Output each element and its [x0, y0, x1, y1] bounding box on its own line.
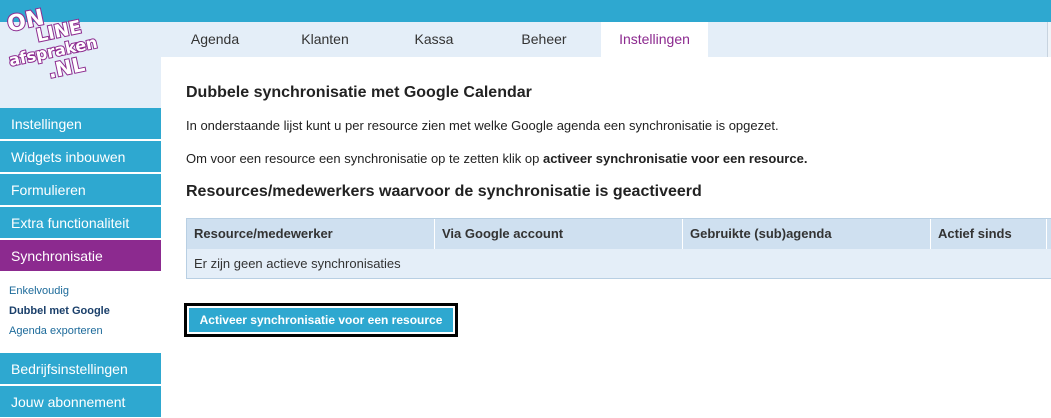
sidebar-item-widgets-inbouwen[interactable]: Widgets inbouwen — [0, 141, 161, 173]
intro-text: In onderstaande lijst kunt u per resourc… — [186, 118, 779, 133]
sidebar-item-extra-functionaliteit[interactable]: Extra functionaliteit — [0, 207, 161, 239]
table-row: Er zijn geen actieve synchronisaties — [187, 249, 1051, 278]
tabs-right-edge — [1047, 22, 1051, 57]
sidebar-item-instellingen[interactable]: Instellingen — [0, 108, 161, 140]
instruction-bold: activeer synchronisatie voor een resourc… — [542, 151, 808, 166]
sidebar-item-formulieren[interactable]: Formulieren — [0, 174, 161, 206]
table-header: Resource/medewerker Via Google account G… — [187, 219, 1051, 249]
page-title: Dubbele synchronisatie met Google Calend… — [186, 84, 532, 101]
tab-instellingen[interactable]: Instellingen — [601, 22, 708, 57]
instruction-prefix: Om voor een resource een synchronisatie … — [186, 151, 543, 166]
sidebar-item-jouw-abonnement[interactable]: Jouw abonnement — [0, 386, 161, 418]
submenu-item-enkelvoudig[interactable]: Enkelvoudig — [9, 285, 69, 297]
tab-agenda[interactable]: Agenda — [171, 22, 259, 55]
sync-table: Resource/medewerker Via Google account G… — [186, 218, 1051, 279]
instruction-text: Om voor een resource een synchronisatie … — [186, 151, 807, 166]
top-bar — [0, 0, 1051, 22]
tab-kassa[interactable]: Kassa — [390, 22, 478, 55]
sidebar-item-synchronisatie[interactable]: Synchronisatie — [0, 240, 161, 272]
activate-button-frame: Activeer synchronisatie voor een resourc… — [184, 303, 458, 337]
section-title: Resources/medewerkers waarvoor de synchr… — [186, 183, 702, 200]
submenu-item-agenda-exporteren[interactable]: Agenda exporteren — [9, 325, 103, 337]
column-header-google-account[interactable]: Via Google account — [435, 219, 683, 249]
activate-sync-button[interactable]: Activeer synchronisatie voor een resourc… — [189, 308, 453, 332]
column-header-subagenda[interactable]: Gebruikte (sub)agenda — [683, 219, 931, 249]
tab-klanten[interactable]: Klanten — [280, 22, 370, 55]
sidebar-submenu: Enkelvoudig Dubbel met Google Agenda exp… — [0, 273, 161, 353]
onlineafspraken-logo[interactable]: ON LINE afspraken .NL — [4, 2, 108, 80]
column-header-resource[interactable]: Resource/medewerker — [187, 219, 435, 249]
empty-table-message: Er zijn geen actieve synchronisaties — [194, 256, 401, 271]
submenu-item-dubbel-met-google[interactable]: Dubbel met Google — [9, 305, 110, 317]
column-header-actief-sinds[interactable]: Actief sinds — [931, 219, 1047, 249]
tab-beheer[interactable]: Beheer — [500, 22, 588, 55]
sidebar-item-bedrijfsinstellingen[interactable]: Bedrijfsinstellingen — [0, 353, 161, 385]
